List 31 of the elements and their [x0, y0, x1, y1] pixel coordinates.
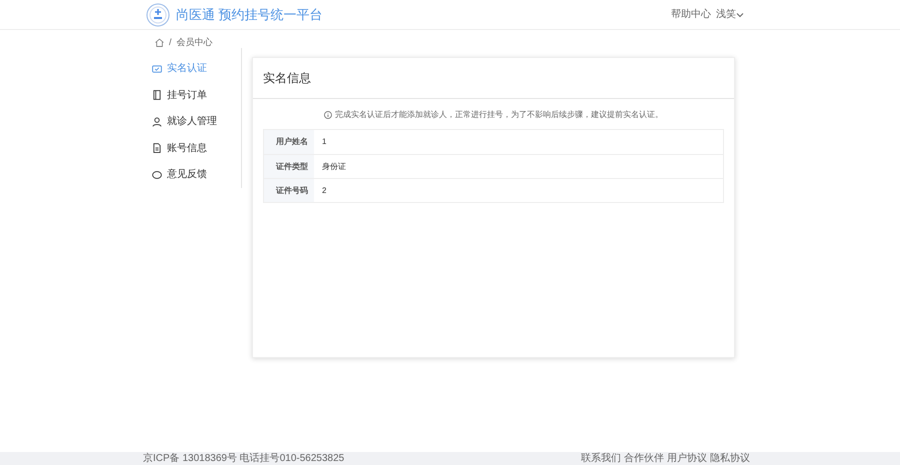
sidebar-item[interactable]: 就诊人管理	[150, 108, 241, 135]
logo-icon[interactable]	[146, 2, 170, 26]
footer-link[interactable]: 隐私协议	[710, 454, 750, 464]
footer-link[interactable]: 合作伙伴	[624, 454, 664, 464]
footer-link[interactable]: 用户协议	[667, 454, 707, 464]
info-icon	[324, 111, 332, 119]
header-link[interactable]: 帮助中心	[671, 7, 711, 22]
sidebar-item[interactable]: 实名认证	[150, 56, 241, 82]
user-icon	[152, 116, 162, 127]
table-cell-text: 身份证	[321, 160, 347, 172]
chat-icon	[152, 170, 162, 180]
breadcrumb-item[interactable]: 会员中心	[176, 36, 213, 50]
footer-link[interactable]: 联系我们	[581, 454, 621, 464]
sidebar-item[interactable]: 意见反馈	[150, 162, 241, 188]
document-icon	[152, 143, 162, 154]
home-icon[interactable]	[155, 38, 164, 48]
sidebar-item[interactable]: 挂号订单	[150, 82, 241, 108]
site-title[interactable]: 尚医通 预约挂号统一平台	[176, 4, 323, 24]
header-link[interactable]: 浅笑	[716, 7, 744, 22]
id-card-icon	[152, 64, 162, 74]
book-icon	[152, 90, 162, 100]
breadcrumb-separator: /	[169, 36, 172, 49]
notice-text: 完成实名认证后才能添加就诊人，正常进行挂号，为了不影响后续步骤，建议提前实名认证。	[335, 109, 663, 121]
footer-text: 京ICP备 13018369号 电话挂号010-56253825	[143, 454, 344, 464]
table-cell-text: 1	[321, 136, 328, 148]
table-header-cell: 用户姓名	[264, 130, 314, 154]
card-title: 实名信息	[263, 70, 311, 87]
table-cell-text: 2	[321, 184, 328, 196]
sidebar-item[interactable]: 账号信息	[150, 135, 241, 162]
table-header-cell: 证件类型	[264, 155, 314, 178]
table-header-cell: 证件号码	[264, 179, 314, 202]
